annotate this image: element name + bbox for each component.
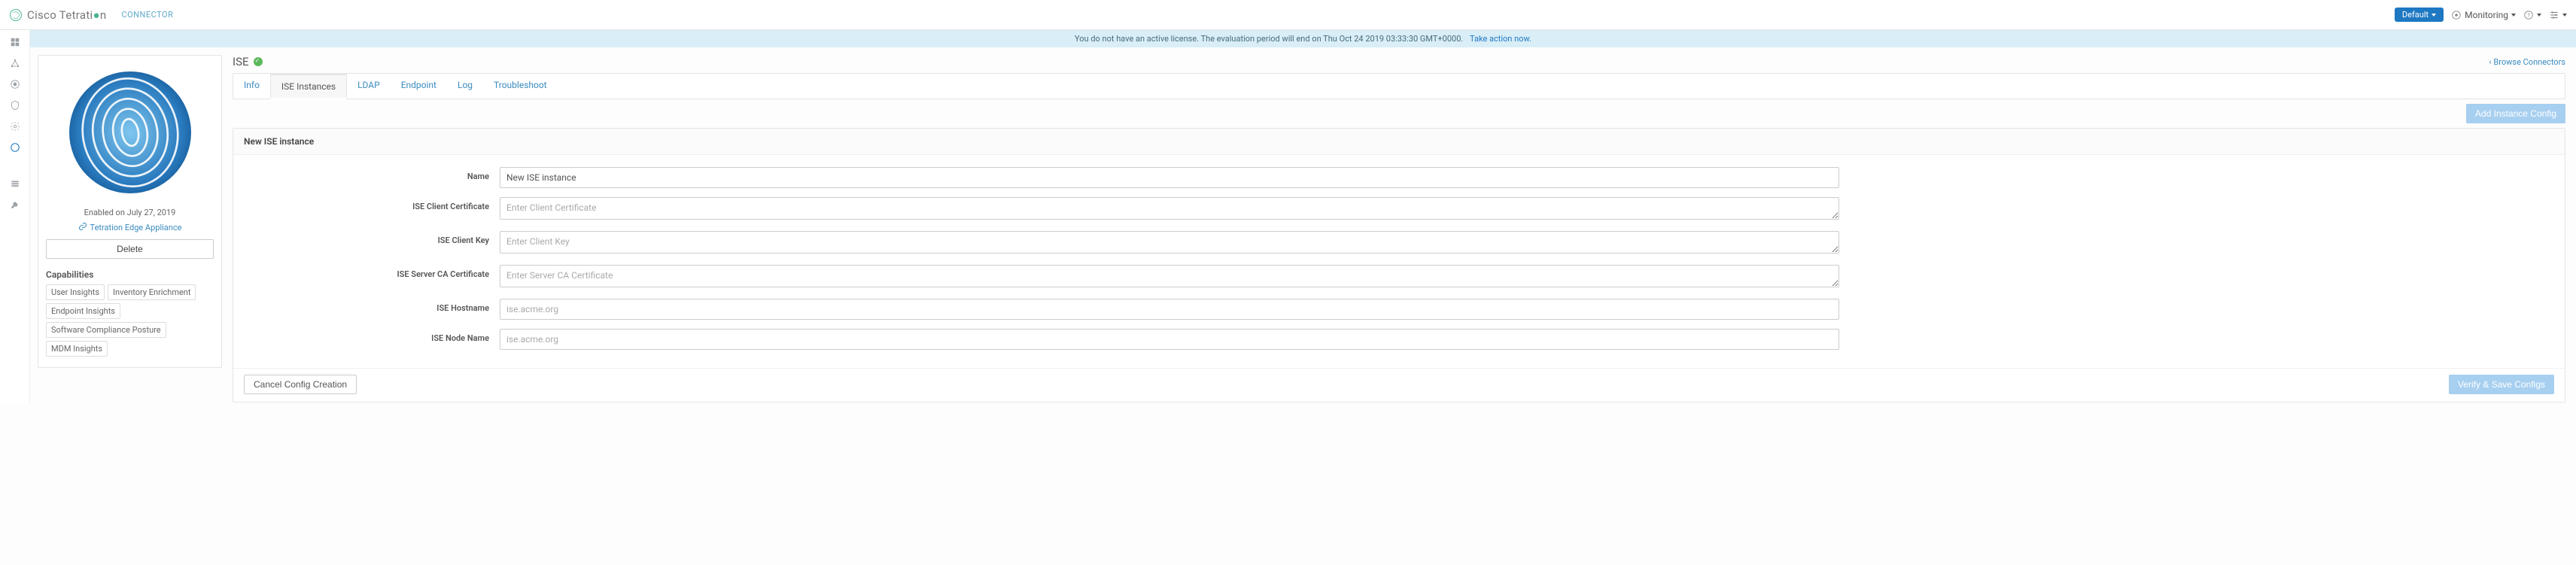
nav-dashboard[interactable] — [9, 36, 21, 48]
scope-label: Default — [2402, 10, 2428, 20]
form-row-hostname: ISE Hostname — [244, 299, 2554, 320]
form-body: Name ISE Client Certificate ISE Client K… — [233, 155, 2565, 368]
detail-area: ISE ‹ Browse Connectors Info ISE Instanc… — [233, 55, 2565, 402]
tab-info[interactable]: Info — [233, 74, 270, 99]
form-panel: New ISE instance Name ISE Client Certifi… — [233, 128, 2565, 402]
caret-down-icon — [2537, 14, 2541, 17]
link-icon — [78, 222, 87, 233]
cancel-config-button[interactable]: Cancel Config Creation — [244, 375, 357, 394]
license-alert: You do not have an active license. The e… — [30, 30, 2576, 47]
panel-header: New ISE instance — [233, 129, 2565, 155]
monitoring-icon — [2451, 10, 2462, 20]
node-name-input[interactable] — [500, 329, 1839, 350]
tab-endpoint[interactable]: Endpoint — [391, 74, 447, 99]
tab-ldap[interactable]: LDAP — [347, 74, 391, 99]
content-column: You do not have an active license. The e… — [30, 30, 2576, 402]
form-row-name: Name — [244, 167, 2554, 188]
server-ca-textarea[interactable] — [500, 265, 1839, 287]
appliance-link[interactable]: Tetration Edge Appliance — [90, 223, 182, 232]
form-row-client-cert: ISE Client Certificate — [244, 197, 2554, 222]
tab-log[interactable]: Log — [447, 74, 483, 99]
enabled-date: Enabled on July 27, 2019 — [46, 208, 214, 217]
connector-logo — [62, 65, 198, 200]
nav-settings[interactable] — [9, 120, 21, 132]
delete-button[interactable]: Delete — [46, 239, 214, 259]
client-key-textarea[interactable] — [500, 231, 1839, 254]
nav-security[interactable] — [9, 99, 21, 111]
svg-text:?: ? — [2527, 11, 2530, 18]
add-instance-config-button[interactable]: Add Instance Config — [2466, 104, 2565, 123]
status-ok-icon — [254, 57, 263, 66]
client-cert-textarea[interactable] — [500, 197, 1839, 220]
connector-info-card: Enabled on July 27, 2019 Tetration Edge … — [38, 55, 222, 368]
help-menu[interactable]: ? — [2523, 10, 2541, 20]
settings-menu[interactable] — [2549, 10, 2567, 20]
label-client-cert: ISE Client Certificate — [244, 197, 500, 211]
caret-down-icon — [2562, 14, 2567, 17]
caret-down-icon — [2432, 14, 2436, 17]
capabilities-list: User Insights Inventory Enrichment Endpo… — [46, 284, 214, 357]
label-server-ca: ISE Server CA Certificate — [244, 265, 500, 279]
nav-tools[interactable] — [9, 199, 21, 211]
capabilities-title: Capabilities — [46, 269, 214, 280]
form-row-server-ca: ISE Server CA Certificate — [244, 265, 2554, 290]
nav-maintenance[interactable] — [9, 178, 21, 190]
capability-tag: Endpoint Insights — [46, 303, 120, 319]
product-logo-icon — [9, 8, 23, 22]
capability-tag: User Insights — [46, 284, 105, 300]
sub-toolbar: Add Instance Config — [233, 99, 2565, 128]
chevron-left-icon: ‹ — [2489, 57, 2491, 67]
detail-header: ISE ‹ Browse Connectors — [233, 55, 2565, 68]
connector-label: CONNECTOR — [121, 10, 173, 20]
monitoring-menu[interactable]: Monitoring — [2451, 10, 2516, 20]
body-wrap: You do not have an active license. The e… — [0, 30, 2576, 402]
page-title-text: ISE — [233, 55, 249, 68]
settings-icon — [2549, 10, 2559, 20]
label-node-name: ISE Node Name — [244, 329, 500, 343]
brand-area: Cisco Tetrati●n CONNECTOR — [9, 8, 173, 22]
nav-connectors[interactable] — [9, 141, 21, 153]
alert-action-link[interactable]: Take action now. — [1470, 34, 1531, 44]
name-input[interactable] — [500, 167, 1839, 188]
nav-applications[interactable] — [9, 78, 21, 90]
scope-selector[interactable]: Default — [2395, 8, 2444, 22]
tab-troubleshoot[interactable]: Troubleshoot — [483, 74, 558, 99]
tabs: Info ISE Instances LDAP Endpoint Log Tro… — [233, 73, 2565, 99]
brand-post: n — [100, 8, 107, 22]
nav-topology[interactable] — [9, 57, 21, 69]
page-title: ISE — [233, 55, 263, 68]
label-client-key: ISE Client Key — [244, 231, 500, 245]
brand-text: Cisco Tetrati●n — [27, 8, 106, 22]
capability-tag: Inventory Enrichment — [108, 284, 196, 300]
capability-tag: Software Compliance Posture — [46, 322, 166, 338]
browse-connectors-link[interactable]: ‹ Browse Connectors — [2489, 57, 2565, 67]
top-header: Cisco Tetrati●n CONNECTOR Default Monito… — [0, 0, 2576, 30]
brand-dot-icon: ● — [93, 8, 99, 22]
hostname-input[interactable] — [500, 299, 1839, 320]
panel-footer: Cancel Config Creation Verify & Save Con… — [233, 368, 2565, 402]
monitoring-label: Monitoring — [2465, 10, 2508, 20]
browse-connectors-label: Browse Connectors — [2493, 57, 2565, 67]
main-row: Enabled on July 27, 2019 Tetration Edge … — [30, 47, 2576, 402]
form-row-client-key: ISE Client Key — [244, 231, 2554, 256]
label-hostname: ISE Hostname — [244, 299, 500, 313]
header-right: Default Monitoring ? — [2395, 8, 2567, 22]
help-icon: ? — [2523, 10, 2534, 20]
form-row-node-name: ISE Node Name — [244, 329, 2554, 350]
tab-ise-instances[interactable]: ISE Instances — [270, 74, 347, 99]
appliance-row: Tetration Edge Appliance — [46, 222, 214, 233]
caret-down-icon — [2511, 14, 2516, 17]
verify-save-button[interactable]: Verify & Save Configs — [2449, 375, 2554, 394]
sidenav — [0, 30, 30, 402]
brand-pre: Cisco Tetrati — [27, 8, 93, 22]
capability-tag: MDM Insights — [46, 341, 108, 357]
label-name: Name — [244, 167, 500, 181]
alert-text: You do not have an active license. The e… — [1075, 34, 1463, 44]
